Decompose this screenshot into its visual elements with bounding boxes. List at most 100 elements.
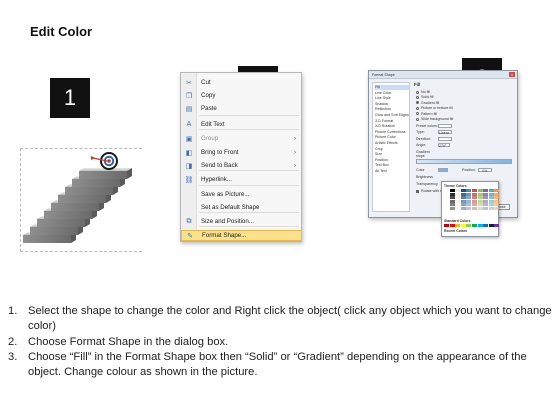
color-swatch[interactable] <box>488 196 494 200</box>
color-swatch[interactable] <box>460 224 466 227</box>
color-swatch[interactable] <box>483 224 489 227</box>
dialog-nav-item[interactable]: 3-D Format <box>375 119 409 124</box>
color-swatch[interactable] <box>466 203 472 207</box>
color-swatch[interactable] <box>449 196 455 200</box>
radio-button[interactable] <box>416 90 419 94</box>
radio-button[interactable] <box>416 106 419 110</box>
color-swatch[interactable] <box>466 196 472 200</box>
color-swatch[interactable] <box>449 206 455 210</box>
color-swatch[interactable] <box>477 199 483 203</box>
dialog-nav-item[interactable]: Reflection <box>375 107 409 112</box>
color-swatch[interactable] <box>471 224 477 227</box>
color-swatch[interactable] <box>488 189 494 192</box>
menu-item-paste[interactable]: ▤ Paste <box>181 103 302 114</box>
color-swatch[interactable] <box>488 199 494 203</box>
dialog-nav-item[interactable]: Shadow <box>375 102 409 107</box>
color-swatch[interactable] <box>449 203 455 207</box>
dialog-nav-item[interactable]: Line Color <box>375 91 409 96</box>
menu-item-copy[interactable]: ❐ Copy <box>181 90 302 101</box>
color-swatch[interactable] <box>466 224 472 227</box>
color-swatch[interactable] <box>471 189 477 192</box>
dialog-close-icon[interactable]: × <box>509 72 515 77</box>
radio-button[interactable] <box>416 95 419 99</box>
color-swatch[interactable] <box>494 203 500 207</box>
radio-button[interactable] <box>416 112 419 116</box>
dialog-nav-item[interactable]: Picture Corrections <box>375 130 409 135</box>
color-swatch[interactable] <box>460 206 466 210</box>
color-swatch[interactable] <box>466 189 472 192</box>
color-swatch[interactable] <box>455 203 461 207</box>
dialog-nav-item[interactable]: Glow and Soft Edges <box>375 113 409 118</box>
dialog-nav-item[interactable]: Position <box>375 158 409 163</box>
color-swatch[interactable] <box>494 199 500 203</box>
staircase-illustration[interactable] <box>21 149 143 253</box>
color-swatch[interactable] <box>483 189 489 192</box>
gradient-field-dropdown[interactable]: 270° <box>438 143 450 148</box>
color-swatch[interactable] <box>466 206 472 210</box>
color-swatch[interactable] <box>466 192 472 196</box>
color-swatch[interactable] <box>455 189 461 192</box>
dialog-nav-item[interactable]: Picture Color <box>375 135 409 140</box>
menu-item-cut[interactable]: ✂ Cut <box>181 77 302 88</box>
color-swatch[interactable] <box>477 189 483 192</box>
gradient-field-dropdown[interactable]: Linear <box>438 130 452 135</box>
gradient-stops-bar[interactable] <box>416 159 512 164</box>
fill-option[interactable]: Solid fill <box>416 95 433 99</box>
color-swatch[interactable] <box>483 203 489 207</box>
color-swatch[interactable] <box>444 189 449 192</box>
color-swatch[interactable] <box>477 224 483 227</box>
menu-item-group[interactable]: ▣ Group › <box>181 133 302 144</box>
color-swatch[interactable] <box>483 192 489 196</box>
color-swatch[interactable] <box>477 196 483 200</box>
color-swatch[interactable] <box>471 196 477 200</box>
color-swatch[interactable] <box>494 192 500 196</box>
color-swatch[interactable] <box>477 192 483 196</box>
color-swatch[interactable] <box>477 206 483 210</box>
color-swatch[interactable] <box>471 192 477 196</box>
color-swatch[interactable] <box>449 189 455 192</box>
dialog-nav-item[interactable]: Alt Text <box>375 169 409 174</box>
color-swatch[interactable] <box>444 206 449 210</box>
color-swatch[interactable] <box>455 192 461 196</box>
color-swatch[interactable] <box>455 196 461 200</box>
color-swatch[interactable] <box>460 199 466 203</box>
color-swatch[interactable] <box>471 203 477 207</box>
fill-option[interactable]: No fill <box>416 90 430 94</box>
color-swatch[interactable] <box>471 199 477 203</box>
color-swatch[interactable] <box>460 196 466 200</box>
color-swatch[interactable] <box>488 206 494 210</box>
fill-option[interactable]: Slide background fill <box>416 117 453 121</box>
color-swatch[interactable] <box>444 192 449 196</box>
color-swatch[interactable] <box>488 224 494 227</box>
color-swatch[interactable] <box>460 189 466 192</box>
menu-item-hyperlink[interactable]: ⛓ Hyperlink... <box>181 174 302 185</box>
rotate-checkbox[interactable] <box>416 189 419 193</box>
color-swatch[interactable] <box>477 203 483 207</box>
menu-item-save-as-picture[interactable]: Save as Picture... <box>181 189 302 200</box>
menu-item-bring-to-front[interactable]: ◧ Bring to Front › <box>181 147 302 158</box>
color-swatch[interactable] <box>455 224 461 227</box>
color-swatch[interactable] <box>494 196 500 200</box>
dialog-nav-item[interactable]: 3-D Rotation <box>375 124 409 129</box>
color-swatch[interactable] <box>483 196 489 200</box>
color-swatch[interactable] <box>488 192 494 196</box>
color-swatch[interactable] <box>449 199 455 203</box>
gradient-field-dropdown[interactable] <box>438 124 452 128</box>
color-swatch[interactable] <box>455 199 461 203</box>
dialog-nav-item[interactable]: Artistic Effects <box>375 141 409 146</box>
dialog-nav-item[interactable]: Line Style <box>375 96 409 101</box>
color-picker-button[interactable] <box>438 168 448 172</box>
fill-option[interactable]: Pattern fill <box>416 112 437 116</box>
color-swatch[interactable] <box>444 196 449 200</box>
color-swatch[interactable] <box>449 224 455 227</box>
color-swatch[interactable] <box>488 203 494 207</box>
dialog-nav-item[interactable]: Crop <box>375 147 409 152</box>
fill-option[interactable]: Picture or texture fill <box>416 106 453 110</box>
dialog-nav-item[interactable]: Size <box>375 152 409 157</box>
color-swatch[interactable] <box>471 206 477 210</box>
gradient-field-dropdown[interactable] <box>438 136 452 141</box>
color-swatch[interactable] <box>483 206 489 210</box>
color-swatch[interactable] <box>494 206 500 210</box>
color-swatch[interactable] <box>455 206 461 210</box>
color-swatch[interactable] <box>444 224 449 227</box>
